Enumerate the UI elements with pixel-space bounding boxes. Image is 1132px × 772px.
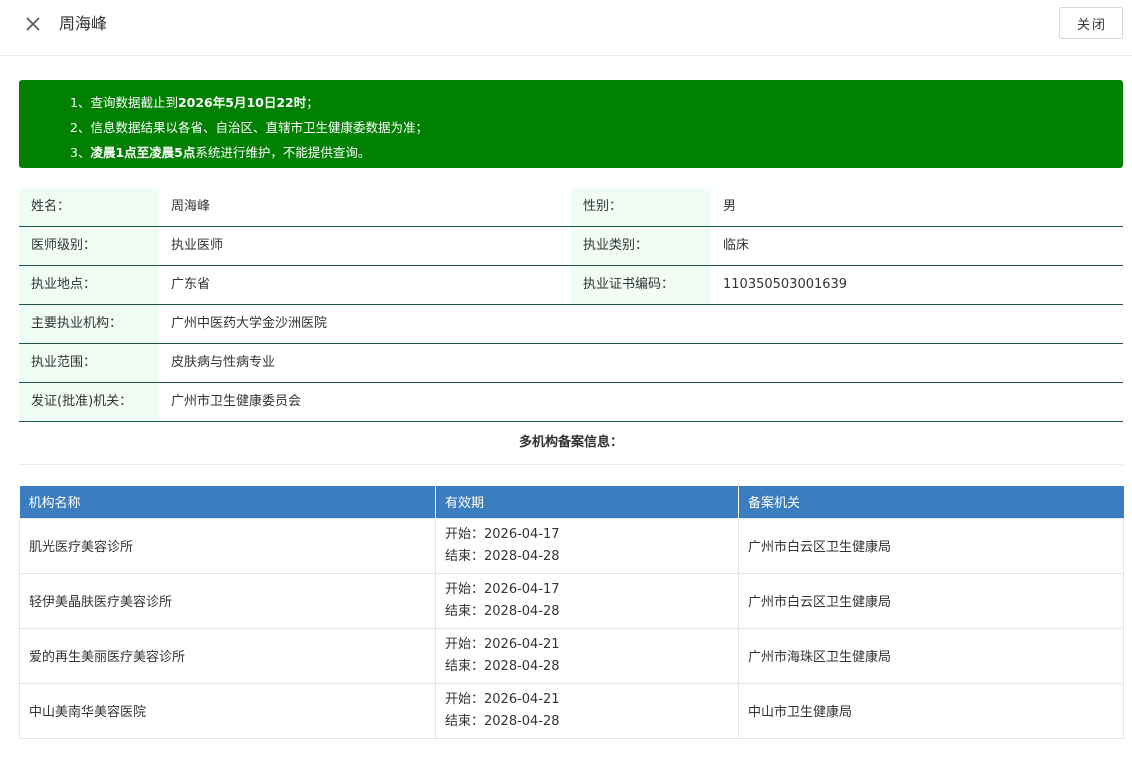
notice-banner: 1、查询数据截止到2026年5月10日22时； 2、信息数据结果以各省、自治区、…	[19, 80, 1123, 168]
validity-cell: 开始：2026-04-17 结束：2028-04-28	[435, 517, 739, 574]
authority-cell: 广州市白云区卫生健康局	[738, 517, 1124, 574]
table-row: 爱的再生美丽医疗美容诊所 开始：2026-04-21 结束：2028-04-28…	[19, 627, 1124, 684]
institution-label: 主要执业机构：	[19, 305, 159, 343]
location-value: 广东省	[171, 277, 211, 292]
info-row: 姓名： 周海峰 性别： 男	[19, 188, 1123, 227]
name-value: 周海峰	[171, 199, 211, 214]
start-date: 开始：2026-04-17	[445, 526, 560, 542]
authority-cell: 广州市白云区卫生健康局	[738, 572, 1124, 629]
validity-cell: 开始：2026-04-17 结束：2028-04-28	[435, 572, 739, 629]
start-date: 开始：2026-04-21	[445, 691, 560, 707]
authority-value: 广州市卫生健康委员会	[171, 394, 302, 409]
end-date: 结束：2028-04-28	[445, 548, 560, 564]
cert-label: 执业证书编码：	[571, 266, 711, 304]
authority-label: 发证(批准)机关：	[19, 383, 159, 421]
close-icon[interactable]	[22, 13, 44, 35]
info-row: 执业地点： 广东省 执业证书编码： 110350503001639	[19, 266, 1123, 305]
table-row: 肌光医疗美容诊所 开始：2026-04-17 结束：2028-04-28 广州市…	[19, 517, 1124, 574]
end-date: 结束：2028-04-28	[445, 603, 560, 619]
column-header-authority: 备案机关	[738, 486, 1124, 518]
category-label: 执业类别：	[571, 227, 711, 265]
scope-label: 执业范围：	[19, 344, 159, 382]
table-row: 中山美南华美容医院 开始：2026-04-21 结束：2028-04-28 中山…	[19, 682, 1124, 739]
institution-value: 广州中医药大学金沙洲医院	[171, 316, 328, 331]
close-button[interactable]: 关闭	[1059, 7, 1123, 39]
category-value: 临床	[723, 238, 750, 253]
gender-value: 男	[723, 199, 737, 214]
institution-name-cell: 肌光医疗美容诊所	[19, 517, 436, 574]
multi-institution-title: 多机构备案信息：	[19, 422, 1123, 465]
column-header-name: 机构名称	[19, 486, 436, 518]
institution-name-cell: 爱的再生美丽医疗美容诊所	[19, 627, 436, 684]
validity-cell: 开始：2026-04-21 结束：2028-04-28	[435, 682, 739, 739]
gender-label: 性别：	[571, 188, 711, 226]
start-date: 开始：2026-04-21	[445, 636, 560, 652]
info-row: 执业范围： 皮肤病与性病专业	[19, 344, 1123, 383]
level-value: 执业医师	[171, 238, 224, 253]
cert-value: 110350503001639	[723, 277, 848, 292]
validity-cell: 开始：2026-04-21 结束：2028-04-28	[435, 627, 739, 684]
end-date: 结束：2028-04-28	[445, 658, 560, 674]
end-date: 结束：2028-04-28	[445, 713, 560, 729]
authority-cell: 中山市卫生健康局	[738, 682, 1124, 739]
institution-name-cell: 中山美南华美容医院	[19, 682, 436, 739]
authority-cell: 广州市海珠区卫生健康局	[738, 627, 1124, 684]
multi-institution-table: 机构名称 有效期 备案机关 肌光医疗美容诊所 开始：2026-04-17 结束：…	[19, 486, 1124, 739]
notice-line-2: 2、信息数据结果以各省、自治区、直辖市卫生健康委数据为准；	[70, 120, 428, 135]
dialog-header: 周海峰 关闭	[0, 0, 1132, 56]
table-header-row: 机构名称 有效期 备案机关	[19, 486, 1124, 518]
scope-value: 皮肤病与性病专业	[171, 355, 276, 370]
dialog-title: 周海峰	[59, 14, 108, 33]
info-row: 医师级别： 执业医师 执业类别： 临床	[19, 227, 1123, 266]
doctor-info-table: 姓名： 周海峰 性别： 男 医师级别： 执业医师 执业类别： 临床 执业地点： …	[19, 188, 1123, 422]
start-date: 开始：2026-04-17	[445, 581, 560, 597]
location-label: 执业地点：	[19, 266, 159, 304]
notice-line-1: 1、查询数据截止到2026年5月10日22时；	[70, 95, 319, 110]
info-row: 发证(批准)机关： 广州市卫生健康委员会	[19, 383, 1123, 422]
name-label: 姓名：	[19, 188, 159, 226]
notice-line-3: 3、凌晨1点至凌晨5点系统进行维护，不能提供查询。	[70, 145, 371, 160]
level-label: 医师级别：	[19, 227, 159, 265]
info-row: 主要执业机构： 广州中医药大学金沙洲医院	[19, 305, 1123, 344]
institution-name-cell: 轻伊美晶肤医疗美容诊所	[19, 572, 436, 629]
table-row: 轻伊美晶肤医疗美容诊所 开始：2026-04-17 结束：2028-04-28 …	[19, 572, 1124, 629]
column-header-validity: 有效期	[435, 486, 739, 518]
